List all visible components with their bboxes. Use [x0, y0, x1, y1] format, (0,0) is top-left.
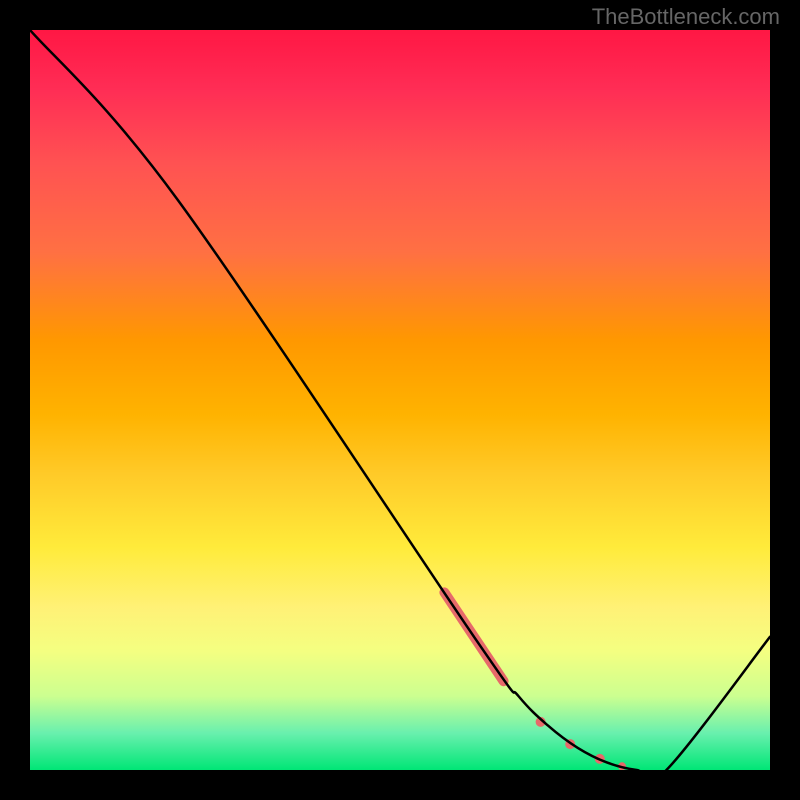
chart-svg [30, 30, 770, 770]
watermark-text: TheBottleneck.com [592, 4, 780, 30]
chart-plot-area [30, 30, 770, 770]
bottleneck-curve [30, 30, 770, 770]
markers-group [444, 592, 626, 770]
